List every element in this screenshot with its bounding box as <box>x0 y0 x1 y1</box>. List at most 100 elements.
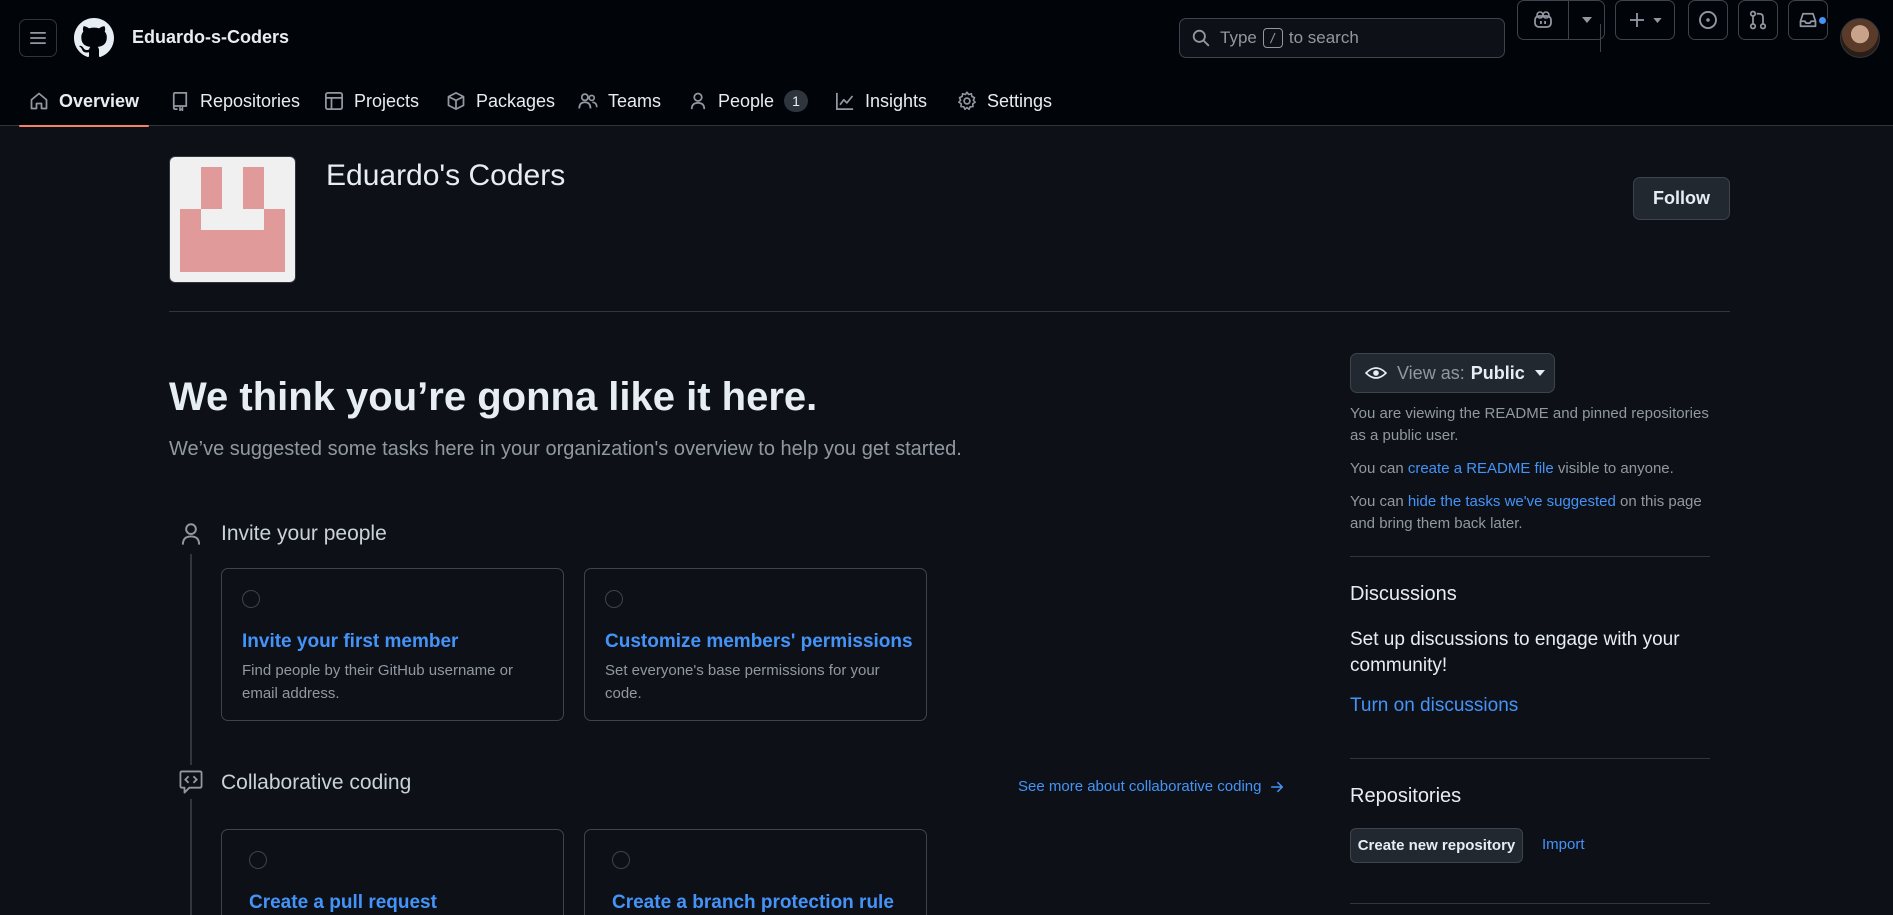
tab-label: Insights <box>865 90 928 111</box>
top-bar: Eduardo-s-Coders Type / to search <box>0 0 1893 76</box>
task-card-desc: Set everyone's base permissions for your… <box>605 662 880 702</box>
hide-prefix: You can <box>1350 493 1404 510</box>
package-icon <box>447 92 465 110</box>
view-as-dropdown[interactable]: View as: Public <box>1350 353 1555 393</box>
search-icon <box>1192 29 1210 47</box>
copilot-icon <box>1534 11 1552 28</box>
app-header: Eduardo-s-Coders Type / to search Overvi… <box>0 0 1893 127</box>
profile-divider <box>169 311 1730 312</box>
turn-on-discussions-link[interactable]: Turn on discussions <box>1350 695 1518 717</box>
copilot-button-group <box>1517 0 1605 40</box>
org-display-name: Eduardo's Coders <box>326 159 566 192</box>
tab-projects[interactable]: Projects <box>324 76 419 126</box>
gear-icon <box>958 91 976 111</box>
pull-requests-button[interactable] <box>1738 0 1778 40</box>
person-icon <box>690 92 706 110</box>
create-new-repository-button[interactable]: Create new repository <box>1350 828 1523 863</box>
tab-insights[interactable]: Insights <box>835 76 927 126</box>
copilot-button[interactable] <box>1518 1 1568 39</box>
create-readme-link[interactable]: create a README file <box>1408 460 1554 477</box>
task-card-desc: Find people by their GitHub username or … <box>242 662 513 702</box>
repo-icon <box>172 92 188 111</box>
git-pull-request-icon <box>1749 10 1767 30</box>
task-card-title[interactable]: Create a branch protection rule <box>612 892 894 914</box>
tab-settings[interactable]: Settings <box>957 76 1052 126</box>
hero-title: We think you’re gonna like it here. <box>169 375 818 419</box>
people-count-badge: 1 <box>784 90 809 112</box>
plus-icon <box>1629 13 1644 27</box>
issues-button[interactable] <box>1688 0 1728 40</box>
search-shortcut-key: / <box>1262 28 1283 48</box>
task-radio[interactable] <box>242 590 260 608</box>
readme-prefix: You can <box>1350 460 1404 477</box>
viewing-note: You are viewing the README and pinned re… <box>1350 405 1709 444</box>
section-title: Invite your people <box>221 522 387 545</box>
eye-icon <box>1365 367 1387 379</box>
people-icon <box>578 93 598 109</box>
section-icon <box>174 517 208 551</box>
search-input[interactable]: Type / to search <box>1179 18 1505 58</box>
triangle-down-icon <box>1582 17 1592 23</box>
tab-label: Settings <box>987 90 1053 111</box>
tab-label: Teams <box>608 90 662 111</box>
discussions-text: Set up discussions to engage with your c… <box>1350 629 1680 676</box>
table-icon <box>325 92 343 110</box>
hide-tasks-note: You can hide the tasks we've suggested o… <box>1350 491 1712 535</box>
github-logo-icon[interactable] <box>74 18 114 58</box>
org-nav-tabs: Overview Repositories Projects Packages <box>0 76 1893 127</box>
tab-label: Overview <box>59 90 140 111</box>
search-prefix: Type <box>1220 28 1257 47</box>
tab-label: Packages <box>476 90 556 111</box>
task-card-pull-request[interactable]: Create a pull request <box>221 829 564 915</box>
timeline-line <box>190 554 192 915</box>
tab-label: People <box>718 90 775 111</box>
person-icon <box>181 523 201 545</box>
org-slug-link[interactable]: Eduardo-s-Coders <box>132 27 289 48</box>
inbox-icon <box>1799 12 1817 28</box>
tab-label: Repositories <box>200 90 301 111</box>
triangle-down-icon <box>1534 370 1545 376</box>
tab-repositories[interactable]: Repositories <box>170 76 300 126</box>
task-radio[interactable] <box>612 851 630 869</box>
task-card-title[interactable]: Invite your first member <box>242 631 458 653</box>
task-card-invite-member[interactable]: Invite your first member Find people by … <box>221 568 564 721</box>
section-title: Collaborative coding <box>221 771 412 794</box>
tab-people[interactable]: People 1 <box>688 76 809 126</box>
readme-suffix: visible to anyone. <box>1557 460 1674 477</box>
search-suffix: to search <box>1288 28 1359 47</box>
view-as-label: View as: <box>1397 362 1465 383</box>
tab-overview[interactable]: Overview <box>18 76 150 127</box>
header-divider <box>1600 24 1601 52</box>
create-new-button[interactable] <box>1615 0 1675 40</box>
org-avatar <box>169 156 296 283</box>
follow-button[interactable]: Follow <box>1633 177 1730 220</box>
import-link[interactable]: Import <box>1542 836 1585 853</box>
issue-opened-icon <box>1699 11 1717 29</box>
tab-teams[interactable]: Teams <box>578 76 661 126</box>
see-more-collaborative-link[interactable]: See more about collaborative coding <box>1018 778 1284 795</box>
task-radio[interactable] <box>605 590 623 608</box>
tab-packages[interactable]: Packages <box>446 76 555 126</box>
hero-subtitle: We’ve suggested some tasks here in your … <box>169 438 962 460</box>
hide-tasks-link[interactable]: hide the tasks we've suggested <box>1408 493 1616 510</box>
sidebar-divider <box>1350 556 1710 557</box>
discussions-title: Discussions <box>1350 583 1457 605</box>
task-card-branch-protection[interactable]: Create a branch protection rule <box>584 829 927 915</box>
view-as-value: Public <box>1470 362 1525 383</box>
task-card-permissions[interactable]: Customize members' permissions Set every… <box>584 568 927 721</box>
section-icon <box>174 765 208 799</box>
arrow-right-icon <box>1270 781 1283 792</box>
tab-label: Projects <box>354 90 420 111</box>
task-card-title[interactable]: Create a pull request <box>249 892 437 914</box>
task-card-title[interactable]: Customize members' permissions <box>605 631 913 653</box>
readme-note: You can create a README file visible to … <box>1350 458 1712 480</box>
hamburger-icon <box>30 32 46 44</box>
code-review-icon <box>179 770 203 794</box>
graph-icon <box>836 92 854 110</box>
triangle-down-icon <box>1652 17 1662 23</box>
sidebar-divider <box>1350 758 1710 759</box>
menu-button[interactable] <box>19 19 57 57</box>
user-avatar[interactable] <box>1840 18 1880 58</box>
notification-dot <box>1817 15 1828 26</box>
task-radio[interactable] <box>249 851 267 869</box>
